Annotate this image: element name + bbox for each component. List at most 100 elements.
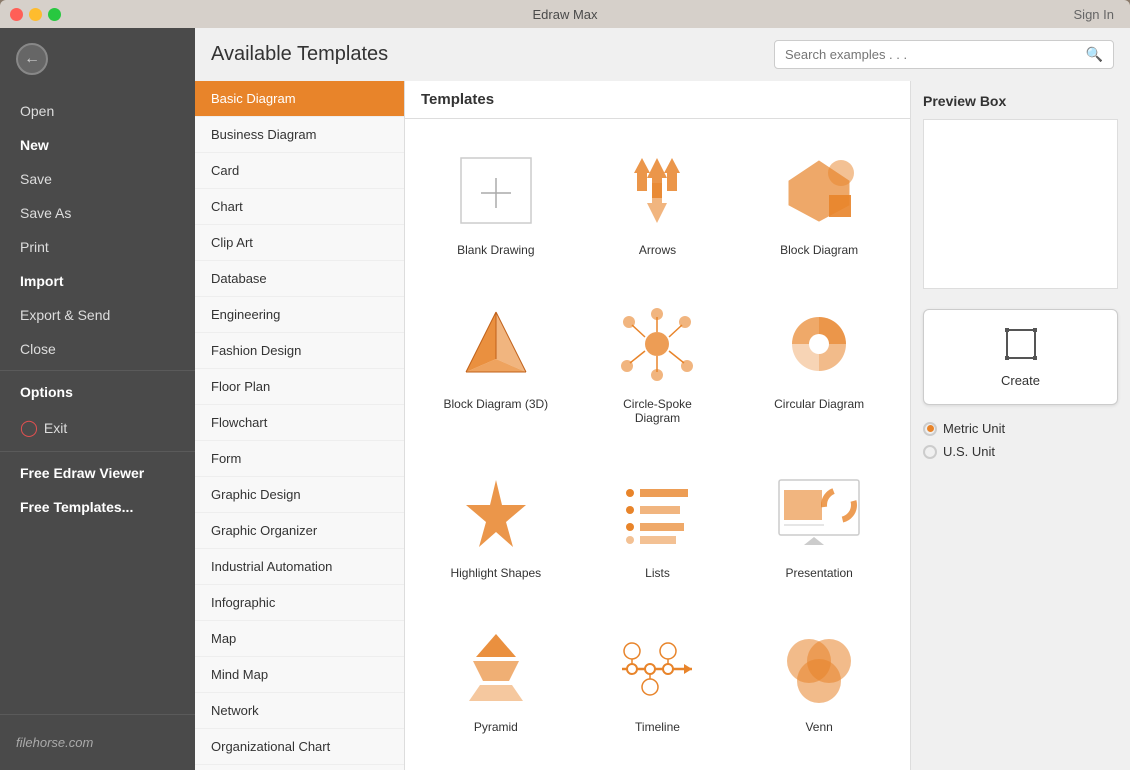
metric-unit-label: Metric Unit [943,421,1005,436]
block-diagram-3d-icon [441,299,551,389]
template-pyramid[interactable]: Pyramid [415,606,577,760]
block-diagram-3d-label: Block Diagram (3D) [443,397,548,411]
templates-panel: Templates Blank Drawing [405,81,910,770]
sidebar-item-open[interactable]: Open [0,94,195,128]
templates-header: Templates [405,81,910,119]
sidebar: ← Open New Save Save As Print Import Exp… [0,28,195,770]
pyramid-label: Pyramid [474,720,518,734]
metric-unit-option[interactable]: Metric Unit [923,421,1118,436]
category-item-floor-plan[interactable]: Floor Plan [195,369,404,405]
main-title: Available Templates [211,43,388,66]
template-block-diagram-3d[interactable]: Block Diagram (3D) [415,283,577,451]
category-item-graphic-organizer[interactable]: Graphic Organizer [195,513,404,549]
pyramid-icon [441,622,551,712]
sidebar-item-new[interactable]: New [0,128,195,162]
timeline-icon [602,622,712,712]
search-input[interactable] [785,47,1086,62]
us-radio[interactable] [923,445,937,459]
blank-drawing-icon [441,145,551,235]
category-item-engineering[interactable]: Engineering [195,297,404,333]
category-item-basic-diagram[interactable]: Basic Diagram [195,81,404,117]
category-item-project-mgmt[interactable]: Project Management [195,765,404,770]
minimize-window-button[interactable] [29,8,42,21]
traffic-lights [10,8,61,21]
template-lists[interactable]: Lists [577,452,739,606]
main-header: Available Templates 🔍 [195,28,1130,81]
filehorse-logo: filehorse.com [0,725,195,760]
app-body: ← Open New Save Save As Print Import Exp… [0,28,1130,770]
blank-drawing-label: Blank Drawing [457,243,534,257]
template-venn[interactable]: Venn [738,606,900,760]
metric-radio[interactable] [923,422,937,436]
category-item-graphic-design[interactable]: Graphic Design [195,477,404,513]
template-timeline[interactable]: Timeline [577,606,739,760]
presentation-label: Presentation [785,566,852,580]
category-item-infographic[interactable]: Infographic [195,585,404,621]
circle-spoke-label: Circle-Spoke Diagram [623,397,692,425]
sidebar-item-print[interactable]: Print [0,230,195,264]
category-item-form[interactable]: Form [195,441,404,477]
create-button[interactable]: Create [923,309,1118,405]
lists-label: Lists [645,566,670,580]
sidebar-divider-2 [0,451,195,452]
sidebar-footer: filehorse.com [0,714,195,770]
category-item-chart[interactable]: Chart [195,189,404,225]
highlight-shapes-icon [441,468,551,558]
preview-panel: Preview Box Create [910,81,1130,770]
category-item-database[interactable]: Database [195,261,404,297]
category-item-fashion-design[interactable]: Fashion Design [195,333,404,369]
category-panel: Basic Diagram Business Diagram Card Char… [195,81,405,770]
content-area: Basic Diagram Business Diagram Card Char… [195,81,1130,770]
sidebar-item-save-as[interactable]: Save As [0,196,195,230]
us-unit-option[interactable]: U.S. Unit [923,444,1118,459]
template-arrows[interactable]: Arrows [577,129,739,283]
sidebar-back: ← [0,28,195,90]
sidebar-item-save[interactable]: Save [0,162,195,196]
category-item-network[interactable]: Network [195,693,404,729]
titlebar: Edraw Max Sign In [0,0,1130,28]
close-window-button[interactable] [10,8,23,21]
sign-in-button[interactable]: Sign In [1074,7,1114,22]
sidebar-item-export-send[interactable]: Export & Send [0,298,195,332]
main-content: Available Templates 🔍 Basic Diagram Busi… [195,28,1130,770]
template-highlight-shapes[interactable]: Highlight Shapes [415,452,577,606]
template-circle-spoke[interactable]: Circle-Spoke Diagram [577,283,739,451]
search-icon: 🔍 [1086,46,1103,63]
circle-spoke-icon [602,299,712,389]
presentation-icon [764,468,874,558]
sidebar-item-import[interactable]: Import [0,264,195,298]
search-bar: 🔍 [774,40,1114,69]
sidebar-item-free-viewer[interactable]: Free Edraw Viewer [0,456,195,490]
sidebar-item-free-templates[interactable]: Free Templates... [0,490,195,524]
template-block-diagram[interactable]: Block Diagram [738,129,900,283]
sidebar-item-exit[interactable]: ◯ Exit [0,409,195,447]
circular-diagram-icon [764,299,874,389]
arrows-label: Arrows [639,243,676,257]
sidebar-item-close[interactable]: Close [0,332,195,366]
template-blank-drawing[interactable]: Blank Drawing [415,129,577,283]
category-item-industrial-automation[interactable]: Industrial Automation [195,549,404,585]
back-button[interactable]: ← [16,43,48,75]
templates-grid: Blank Drawing [405,119,910,770]
category-item-map[interactable]: Map [195,621,404,657]
category-item-business-diagram[interactable]: Business Diagram [195,117,404,153]
template-circular-diagram[interactable]: Circular Diagram [738,283,900,451]
category-item-org-chart[interactable]: Organizational Chart [195,729,404,765]
category-item-card[interactable]: Card [195,153,404,189]
lists-icon [602,468,712,558]
category-item-clip-art[interactable]: Clip Art [195,225,404,261]
sidebar-item-options[interactable]: Options [0,375,195,409]
category-item-flowchart[interactable]: Flowchart [195,405,404,441]
maximize-window-button[interactable] [48,8,61,21]
window-title: Edraw Max [532,7,597,22]
preview-title: Preview Box [923,93,1118,109]
circular-diagram-label: Circular Diagram [774,397,864,411]
template-presentation[interactable]: Presentation [738,452,900,606]
exit-icon: ◯ [20,418,38,438]
unit-options: Metric Unit U.S. Unit [923,421,1118,459]
category-item-mind-map[interactable]: Mind Map [195,657,404,693]
timeline-label: Timeline [635,720,680,734]
us-unit-label: U.S. Unit [943,444,995,459]
block-diagram-label: Block Diagram [780,243,858,257]
sidebar-nav: Open New Save Save As Print Import Expor… [0,90,195,714]
